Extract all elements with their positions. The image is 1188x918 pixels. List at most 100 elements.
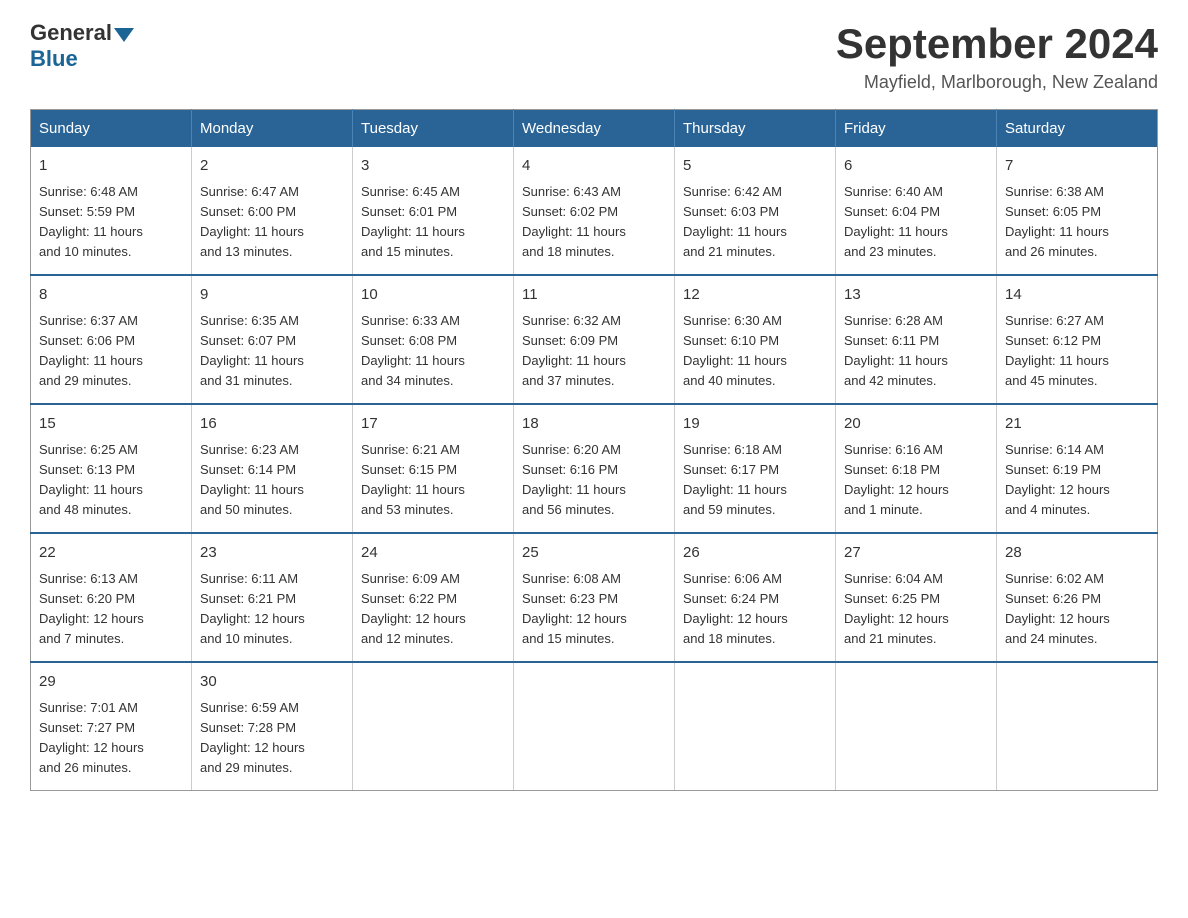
header-monday: Monday	[192, 110, 353, 148]
table-row: 9 Sunrise: 6:35 AMSunset: 6:07 PMDayligh…	[192, 275, 353, 404]
day-info: Sunrise: 6:35 AMSunset: 6:07 PMDaylight:…	[200, 311, 344, 392]
table-row: 4 Sunrise: 6:43 AMSunset: 6:02 PMDayligh…	[514, 147, 675, 275]
day-info: Sunrise: 6:45 AMSunset: 6:01 PMDaylight:…	[361, 182, 505, 263]
day-info: Sunrise: 6:09 AMSunset: 6:22 PMDaylight:…	[361, 569, 505, 650]
day-number: 27	[844, 542, 988, 565]
table-row: 3 Sunrise: 6:45 AMSunset: 6:01 PMDayligh…	[353, 147, 514, 275]
day-number: 5	[683, 155, 827, 178]
day-info: Sunrise: 6:11 AMSunset: 6:21 PMDaylight:…	[200, 569, 344, 650]
day-info: Sunrise: 6:21 AMSunset: 6:15 PMDaylight:…	[361, 440, 505, 521]
calendar-week-row: 22 Sunrise: 6:13 AMSunset: 6:20 PMDaylig…	[31, 533, 1158, 662]
day-number: 26	[683, 542, 827, 565]
day-info: Sunrise: 6:30 AMSunset: 6:10 PMDaylight:…	[683, 311, 827, 392]
day-info: Sunrise: 6:38 AMSunset: 6:05 PMDaylight:…	[1005, 182, 1149, 263]
day-number: 16	[200, 413, 344, 436]
day-info: Sunrise: 6:14 AMSunset: 6:19 PMDaylight:…	[1005, 440, 1149, 521]
table-row	[353, 662, 514, 791]
day-info: Sunrise: 6:23 AMSunset: 6:14 PMDaylight:…	[200, 440, 344, 521]
table-row: 15 Sunrise: 6:25 AMSunset: 6:13 PMDaylig…	[31, 404, 192, 533]
day-number: 7	[1005, 155, 1149, 178]
calendar-week-row: 8 Sunrise: 6:37 AMSunset: 6:06 PMDayligh…	[31, 275, 1158, 404]
header-thursday: Thursday	[675, 110, 836, 148]
day-info: Sunrise: 6:43 AMSunset: 6:02 PMDaylight:…	[522, 182, 666, 263]
table-row: 25 Sunrise: 6:08 AMSunset: 6:23 PMDaylig…	[514, 533, 675, 662]
calendar-week-row: 29 Sunrise: 7:01 AMSunset: 7:27 PMDaylig…	[31, 662, 1158, 791]
day-number: 20	[844, 413, 988, 436]
table-row: 10 Sunrise: 6:33 AMSunset: 6:08 PMDaylig…	[353, 275, 514, 404]
table-row: 12 Sunrise: 6:30 AMSunset: 6:10 PMDaylig…	[675, 275, 836, 404]
table-row: 26 Sunrise: 6:06 AMSunset: 6:24 PMDaylig…	[675, 533, 836, 662]
day-number: 22	[39, 542, 183, 565]
table-row: 30 Sunrise: 6:59 AMSunset: 7:28 PMDaylig…	[192, 662, 353, 791]
day-number: 23	[200, 542, 344, 565]
table-row: 29 Sunrise: 7:01 AMSunset: 7:27 PMDaylig…	[31, 662, 192, 791]
table-row: 1 Sunrise: 6:48 AMSunset: 5:59 PMDayligh…	[31, 147, 192, 275]
day-info: Sunrise: 6:18 AMSunset: 6:17 PMDaylight:…	[683, 440, 827, 521]
table-row: 23 Sunrise: 6:11 AMSunset: 6:21 PMDaylig…	[192, 533, 353, 662]
table-row: 2 Sunrise: 6:47 AMSunset: 6:00 PMDayligh…	[192, 147, 353, 275]
day-info: Sunrise: 6:13 AMSunset: 6:20 PMDaylight:…	[39, 569, 183, 650]
day-info: Sunrise: 6:42 AMSunset: 6:03 PMDaylight:…	[683, 182, 827, 263]
day-number: 25	[522, 542, 666, 565]
table-row: 27 Sunrise: 6:04 AMSunset: 6:25 PMDaylig…	[836, 533, 997, 662]
day-info: Sunrise: 6:32 AMSunset: 6:09 PMDaylight:…	[522, 311, 666, 392]
day-number: 19	[683, 413, 827, 436]
day-info: Sunrise: 6:37 AMSunset: 6:06 PMDaylight:…	[39, 311, 183, 392]
day-number: 14	[1005, 284, 1149, 307]
day-number: 11	[522, 284, 666, 307]
table-row: 13 Sunrise: 6:28 AMSunset: 6:11 PMDaylig…	[836, 275, 997, 404]
table-row: 11 Sunrise: 6:32 AMSunset: 6:09 PMDaylig…	[514, 275, 675, 404]
title-section: September 2024 Mayfield, Marlborough, Ne…	[836, 20, 1158, 93]
table-row: 14 Sunrise: 6:27 AMSunset: 6:12 PMDaylig…	[997, 275, 1158, 404]
calendar-week-row: 1 Sunrise: 6:48 AMSunset: 5:59 PMDayligh…	[31, 147, 1158, 275]
day-info: Sunrise: 6:08 AMSunset: 6:23 PMDaylight:…	[522, 569, 666, 650]
calendar-table: Sunday Monday Tuesday Wednesday Thursday…	[30, 109, 1158, 791]
table-row	[836, 662, 997, 791]
day-number: 29	[39, 671, 183, 694]
header-friday: Friday	[836, 110, 997, 148]
table-row: 5 Sunrise: 6:42 AMSunset: 6:03 PMDayligh…	[675, 147, 836, 275]
day-info: Sunrise: 6:02 AMSunset: 6:26 PMDaylight:…	[1005, 569, 1149, 650]
day-info: Sunrise: 7:01 AMSunset: 7:27 PMDaylight:…	[39, 698, 183, 779]
day-info: Sunrise: 6:27 AMSunset: 6:12 PMDaylight:…	[1005, 311, 1149, 392]
day-number: 30	[200, 671, 344, 694]
weekday-header-row: Sunday Monday Tuesday Wednesday Thursday…	[31, 110, 1158, 148]
day-number: 3	[361, 155, 505, 178]
day-number: 10	[361, 284, 505, 307]
day-number: 13	[844, 284, 988, 307]
day-info: Sunrise: 6:48 AMSunset: 5:59 PMDaylight:…	[39, 182, 183, 263]
day-info: Sunrise: 6:20 AMSunset: 6:16 PMDaylight:…	[522, 440, 666, 521]
logo: General Blue	[30, 20, 136, 72]
page-header: General Blue September 2024 Mayfield, Ma…	[30, 20, 1158, 93]
header-saturday: Saturday	[997, 110, 1158, 148]
day-info: Sunrise: 6:16 AMSunset: 6:18 PMDaylight:…	[844, 440, 988, 521]
day-info: Sunrise: 6:04 AMSunset: 6:25 PMDaylight:…	[844, 569, 988, 650]
day-number: 17	[361, 413, 505, 436]
table-row	[514, 662, 675, 791]
day-number: 28	[1005, 542, 1149, 565]
header-tuesday: Tuesday	[353, 110, 514, 148]
logo-blue-text: Blue	[30, 46, 78, 71]
day-info: Sunrise: 6:59 AMSunset: 7:28 PMDaylight:…	[200, 698, 344, 779]
day-info: Sunrise: 6:06 AMSunset: 6:24 PMDaylight:…	[683, 569, 827, 650]
day-number: 9	[200, 284, 344, 307]
day-info: Sunrise: 6:25 AMSunset: 6:13 PMDaylight:…	[39, 440, 183, 521]
day-number: 2	[200, 155, 344, 178]
location-text: Mayfield, Marlborough, New Zealand	[836, 72, 1158, 93]
table-row: 20 Sunrise: 6:16 AMSunset: 6:18 PMDaylig…	[836, 404, 997, 533]
table-row: 16 Sunrise: 6:23 AMSunset: 6:14 PMDaylig…	[192, 404, 353, 533]
table-row: 22 Sunrise: 6:13 AMSunset: 6:20 PMDaylig…	[31, 533, 192, 662]
month-title: September 2024	[836, 20, 1158, 68]
header-wednesday: Wednesday	[514, 110, 675, 148]
day-number: 6	[844, 155, 988, 178]
day-number: 24	[361, 542, 505, 565]
day-info: Sunrise: 6:28 AMSunset: 6:11 PMDaylight:…	[844, 311, 988, 392]
day-info: Sunrise: 6:47 AMSunset: 6:00 PMDaylight:…	[200, 182, 344, 263]
table-row: 24 Sunrise: 6:09 AMSunset: 6:22 PMDaylig…	[353, 533, 514, 662]
table-row: 8 Sunrise: 6:37 AMSunset: 6:06 PMDayligh…	[31, 275, 192, 404]
day-info: Sunrise: 6:40 AMSunset: 6:04 PMDaylight:…	[844, 182, 988, 263]
day-number: 15	[39, 413, 183, 436]
table-row: 7 Sunrise: 6:38 AMSunset: 6:05 PMDayligh…	[997, 147, 1158, 275]
table-row: 28 Sunrise: 6:02 AMSunset: 6:26 PMDaylig…	[997, 533, 1158, 662]
table-row: 18 Sunrise: 6:20 AMSunset: 6:16 PMDaylig…	[514, 404, 675, 533]
